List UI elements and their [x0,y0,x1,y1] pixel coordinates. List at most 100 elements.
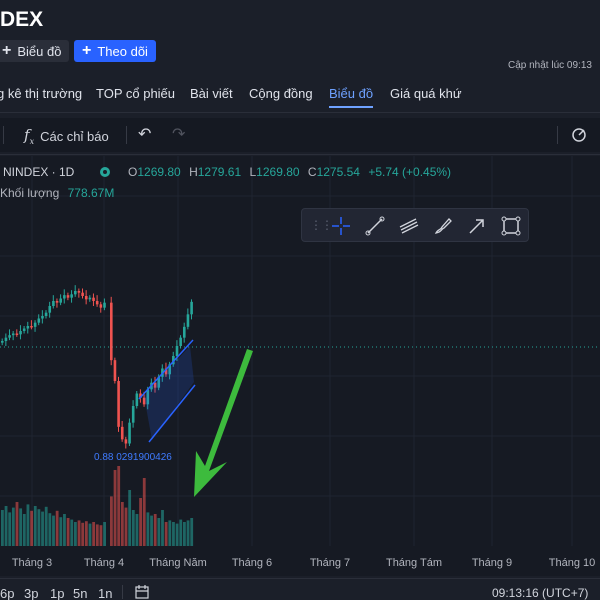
volume-bar [113,470,117,546]
tab-market-stats[interactable]: g kê thị trường [0,86,82,101]
candle [8,335,11,338]
tab-top-stocks[interactable]: TOP cổ phiếu [96,86,175,101]
volume-bar [161,510,164,546]
crosshair-icon[interactable] [330,215,352,237]
volume-bar [164,522,168,546]
tab-community[interactable]: Cộng đồng [249,86,313,101]
volume-bar [88,523,92,546]
high-key: H [189,165,198,179]
volume-bar [150,515,153,546]
candle [11,333,15,336]
toolbar-separator [3,126,4,144]
page-title: DEX [0,8,44,31]
volume-bar [146,512,150,546]
channel-icon[interactable] [398,215,420,237]
volume-bar [179,519,183,546]
candle [183,326,186,338]
volume-value: 778.67M [67,186,115,200]
volume-bar [175,523,179,546]
candle [77,291,81,293]
volume-bar [41,511,44,546]
bottom-bar: 6p 3p 1p 5n 1n 09:13:16 (UTC+7) [0,578,600,600]
volume-bar [84,521,88,546]
chart-button[interactable]: + Biểu đồ [0,40,70,62]
volume-bar [117,466,121,546]
change-value: +5.74 (+0.45%) [368,165,452,179]
tab-history[interactable]: Giá quá khứ [390,86,462,101]
candle [175,346,179,356]
volume-bar [52,515,55,546]
candle [37,318,41,323]
low-value: 1269.80 [256,165,300,179]
candle [19,331,22,335]
drag-handle-icon[interactable]: ⋮⋮ [310,218,333,232]
tab-chart[interactable]: Biểu đồ [329,86,373,101]
volume-bar [19,508,23,546]
screenshot-icon[interactable] [570,126,588,144]
calendar-icon[interactable] [134,584,150,600]
chart-toolbar: fx Các chỉ báo ↶ ↷ [0,118,600,152]
bottom-separator [122,585,123,599]
green-arrow-annotation [194,349,253,497]
candle [41,316,44,319]
timeframe-5n[interactable]: 5n [73,586,87,600]
symbol-label: NINDEX · 1D [3,165,74,179]
tab-articles[interactable]: Bài viết [190,86,233,101]
redo-icon[interactable]: ↷ [172,124,185,144]
follow-button[interactable]: + Theo dõi [74,40,156,62]
timeframe-1p[interactable]: 1p [50,586,64,600]
undo-icon[interactable]: ↶ [138,124,151,144]
x-axis-tick-label: Tháng 7 [309,557,351,569]
toolbar-divider [0,154,600,155]
volume-legend: Khối lượng 778.67M [0,186,114,200]
open-value: 1269.80 [137,165,181,179]
channel-fill [144,346,194,440]
volume-bar [63,514,66,546]
high-value: 1279.61 [197,165,242,179]
trend-line-icon[interactable] [364,215,386,237]
volume-bar [103,522,106,546]
candle [74,291,77,295]
volume-bar [33,506,37,546]
candle [70,294,73,298]
timeframe-6p[interactable]: 6p [0,586,14,600]
open-key: O [128,165,138,179]
candle [179,337,182,346]
candle [124,439,128,444]
candle [110,302,113,361]
candle [1,341,4,343]
x-axis-tick-label: Tháng 9 [471,557,513,569]
candle [117,381,120,427]
rectangle-icon[interactable] [500,215,522,237]
fib-annotation: 0.88 0291900426 [94,452,172,463]
volume-bar [120,502,124,546]
candle [84,296,88,300]
updated-timestamp: Cập nhật lúc 09:13 [508,60,592,71]
x-axis-tick-label: Tháng 10 [548,557,596,569]
arrow-icon[interactable] [466,215,488,237]
candle [190,301,193,315]
toolbar-separator [557,126,558,144]
volume-bar [190,518,194,546]
volume-bar [131,510,135,546]
volume-bar [26,504,30,546]
brush-icon[interactable] [432,215,454,237]
indicators-label: Các chỉ báo [40,128,109,144]
app-root: DEX + Biểu đồ + Theo dõi Cập nhật lúc 09… [0,0,600,600]
drawing-toolbar: ⋮⋮ [301,208,529,242]
timeframe-3p[interactable]: 3p [24,586,38,600]
candle [4,337,8,341]
timeframe-1n[interactable]: 1n [98,586,112,600]
x-axis-tick-label: Tháng 3 [11,557,53,569]
x-axis-tick-label: Tháng 6 [231,557,273,569]
candle [66,295,70,298]
indicators-button[interactable]: fx Các chỉ báo [24,126,109,146]
x-axis-tick-label: Tháng Tám [385,557,443,569]
volume-bar [135,514,139,546]
function-icon: fx [24,126,35,146]
follow-button-label: Theo dõi [97,43,148,59]
candle [95,301,99,305]
volume-bar [4,506,8,546]
volume-bar [186,520,190,546]
symbol-name: NINDEX · 1D [3,165,75,179]
